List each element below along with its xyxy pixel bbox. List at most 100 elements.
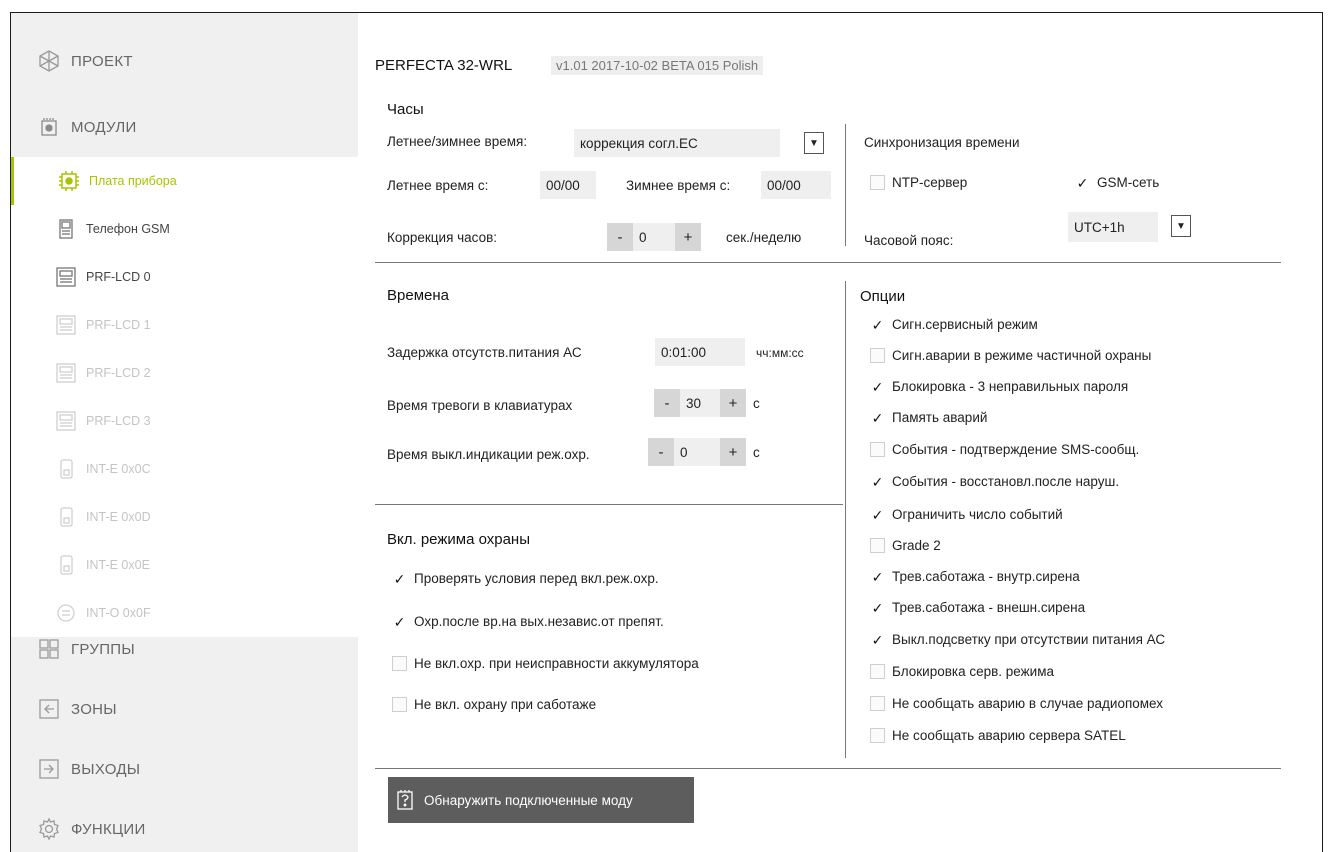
- divider: [845, 281, 846, 758]
- subnav-int-e-0x0c[interactable]: INT-E 0x0C: [11, 445, 358, 493]
- timezone-value: UTC+1h: [1074, 219, 1125, 235]
- dst-select[interactable]: коррекция согл.ЕС: [574, 129, 780, 157]
- option-13-checkbox[interactable]: Не сообщать аварию в случае радиопомех: [870, 696, 1163, 711]
- option-8-checkbox[interactable]: Grade 2: [870, 538, 941, 553]
- nav-modules-label: МОДУЛИ: [71, 118, 137, 136]
- expander-icon: [54, 505, 78, 529]
- divider: [375, 504, 843, 505]
- option-2-label: Сигн.аварии в режиме частичной охраны: [892, 348, 1152, 363]
- arming-option-1-label: Проверять условия перед вкл.реж.охр.: [414, 571, 659, 586]
- arming-option-1-checkbox[interactable]: ✓ Проверять условия перед вкл.реж.охр.: [392, 571, 659, 586]
- ntp-server-checkbox[interactable]: NTP-сервер: [870, 175, 967, 190]
- nav-modules[interactable]: МОДУЛИ: [11, 97, 358, 157]
- option-6-label: События - восстановл.после наруш.: [892, 474, 1120, 489]
- checkbox-box: ✓: [871, 599, 884, 616]
- arming-option-2-label: Охр.после вр.на вых.независ.от препят.: [414, 614, 664, 629]
- option-12-checkbox[interactable]: Блокировка серв. режима: [870, 664, 1054, 679]
- option-1-checkbox[interactable]: ✓ Сигн.сервисный режим: [870, 317, 1038, 332]
- checkbox-box: [870, 696, 885, 711]
- subnav-int-e-0x0c-label: INT-E 0x0C: [86, 462, 151, 476]
- subnav-prf-lcd-1[interactable]: PRF-LCD 1: [11, 301, 358, 349]
- option-12-label: Блокировка серв. режима: [892, 664, 1055, 679]
- ac-delay-value: 0:01:00: [661, 344, 707, 360]
- board-icon: [57, 169, 81, 193]
- clock-correction-value[interactable]: 0: [633, 223, 675, 251]
- option-14-checkbox[interactable]: Не сообщать аварию сервера SATEL: [870, 728, 1126, 743]
- checkbox-box: ✓: [1076, 174, 1089, 191]
- option-4-checkbox[interactable]: ✓ Память аварий: [870, 410, 988, 425]
- subnav-phone-gsm[interactable]: Телефон GSM: [11, 205, 358, 253]
- clock-correction-decrement[interactable]: -: [607, 223, 633, 251]
- subnav-phone-gsm-label: Телефон GSM: [86, 222, 170, 236]
- clock-correction-increment[interactable]: +: [675, 223, 701, 251]
- nav-project[interactable]: ПРОЕКТ: [11, 31, 358, 91]
- detect-modules-icon: [394, 787, 416, 813]
- ac-delay-field[interactable]: 0:01:00: [655, 338, 745, 366]
- keypad-alarm-time-increment[interactable]: +: [720, 389, 746, 417]
- nav-zones-label: ЗОНЫ: [71, 700, 117, 718]
- option-10-checkbox[interactable]: ✓ Трев.саботажа - внешн.сирена: [870, 599, 1086, 616]
- option-6-checkbox[interactable]: ✓ События - восстановл.после наруш.: [870, 474, 1119, 489]
- nav-zones[interactable]: ЗОНЫ: [11, 679, 358, 739]
- arm-indication-time-decrement[interactable]: -: [648, 438, 674, 466]
- keypad-alarm-time-value[interactable]: 30: [680, 389, 720, 417]
- outputs-icon: [37, 757, 61, 781]
- option-9-checkbox[interactable]: ✓ Трев.саботажа - внутр.сирена: [870, 569, 1080, 584]
- timezone-select[interactable]: UTC+1h: [1068, 212, 1158, 242]
- subnav-int-e-0x0e[interactable]: INT-E 0x0E: [11, 541, 358, 589]
- arming-option-4-label: Не вкл. охрану при саботаже: [414, 697, 597, 712]
- nav-groups[interactable]: ГРУППЫ: [11, 619, 358, 679]
- checkbox-box: [870, 728, 885, 743]
- subnav-int-e-0x0d[interactable]: INT-E 0x0D: [11, 493, 358, 541]
- checkbox-box: ✓: [871, 631, 884, 648]
- winter-time-value: 00/00: [767, 177, 801, 193]
- winter-time-field[interactable]: 00/00: [761, 171, 831, 199]
- option-5-checkbox[interactable]: События - подтверждение SMS-сообщ.: [870, 442, 1139, 457]
- arm-indication-time-value[interactable]: 0: [674, 438, 720, 466]
- nav-functions[interactable]: ФУНКЦИИ: [11, 799, 358, 852]
- gsm-network-checkbox[interactable]: ✓ GSM-сеть: [1075, 174, 1160, 191]
- summer-time-field[interactable]: 00/00: [540, 171, 596, 199]
- chevron-down-icon: ▼: [809, 137, 819, 149]
- subnav-board-label: Плата прибора: [89, 174, 177, 188]
- option-3-label: Блокировка - 3 неправильных пароля: [892, 379, 1129, 394]
- arming-option-4-checkbox[interactable]: Не вкл. охрану при саботаже: [392, 697, 596, 712]
- subnav-board[interactable]: Плата прибора: [11, 157, 358, 205]
- clock-correction-label: Коррекция часов:: [387, 230, 498, 245]
- nav-outputs[interactable]: ВЫХОДЫ: [11, 739, 358, 799]
- subnav-prf-lcd-3[interactable]: PRF-LCD 3: [11, 397, 358, 445]
- keypad-alarm-time-unit: с: [753, 396, 760, 411]
- option-2-checkbox[interactable]: Сигн.аварии в режиме частичной охраны: [870, 348, 1151, 363]
- chevron-down-icon: ▼: [1176, 220, 1186, 232]
- option-7-checkbox[interactable]: ✓ Ограничить число событий: [870, 507, 1063, 522]
- arm-indication-time-label: Время выкл.индикации реж.охр.: [387, 447, 590, 462]
- checkbox-box: ✓: [871, 473, 884, 490]
- option-10-label: Трев.саботажа - внешн.сирена: [892, 600, 1086, 615]
- timezone-dropdown-button[interactable]: ▼: [1171, 215, 1191, 237]
- ac-delay-unit: чч:мм:сс: [756, 346, 804, 360]
- checkbox-box: ✓: [871, 316, 884, 333]
- subnav-int-o-0x0f-label: INT-O 0x0F: [86, 606, 151, 620]
- subnav-prf-lcd-2[interactable]: PRF-LCD 2: [11, 349, 358, 397]
- option-11-checkbox[interactable]: ✓ Выкл.подсветку при отсутствии питания …: [870, 632, 1165, 647]
- subnav-prf-lcd-1-label: PRF-LCD 1: [86, 318, 151, 332]
- phone-icon: [54, 217, 78, 241]
- nav-project-label: ПРОЕКТ: [71, 52, 133, 70]
- checkbox-box: [870, 538, 885, 553]
- option-5-label: События - подтверждение SMS-сообщ.: [892, 442, 1140, 457]
- keypad-alarm-time-decrement[interactable]: -: [654, 389, 680, 417]
- divider: [375, 768, 1281, 769]
- option-3-checkbox[interactable]: ✓ Блокировка - 3 неправильных пароля: [870, 378, 1129, 395]
- divider: [375, 262, 1281, 263]
- checkbox-box: ✓: [871, 378, 884, 395]
- arm-indication-time-increment[interactable]: +: [720, 438, 746, 466]
- detect-modules-button[interactable]: Обнаружить подключенные моду: [388, 777, 694, 823]
- subnav-prf-lcd-0[interactable]: PRF-LCD 0: [11, 253, 358, 301]
- dst-dropdown-button[interactable]: ▼: [804, 132, 824, 154]
- times-section-title: Времена: [387, 287, 449, 304]
- sync-section-title: Синхронизация времени: [864, 135, 1020, 150]
- ac-delay-label: Задержка отсутств.питания АС: [387, 345, 582, 360]
- arming-option-3-checkbox[interactable]: Не вкл.охр. при неисправности аккумулято…: [392, 656, 699, 671]
- arming-option-2-checkbox[interactable]: ✓ Охр.после вр.на вых.независ.от препят.: [392, 614, 664, 629]
- keypad-icon: [54, 265, 78, 289]
